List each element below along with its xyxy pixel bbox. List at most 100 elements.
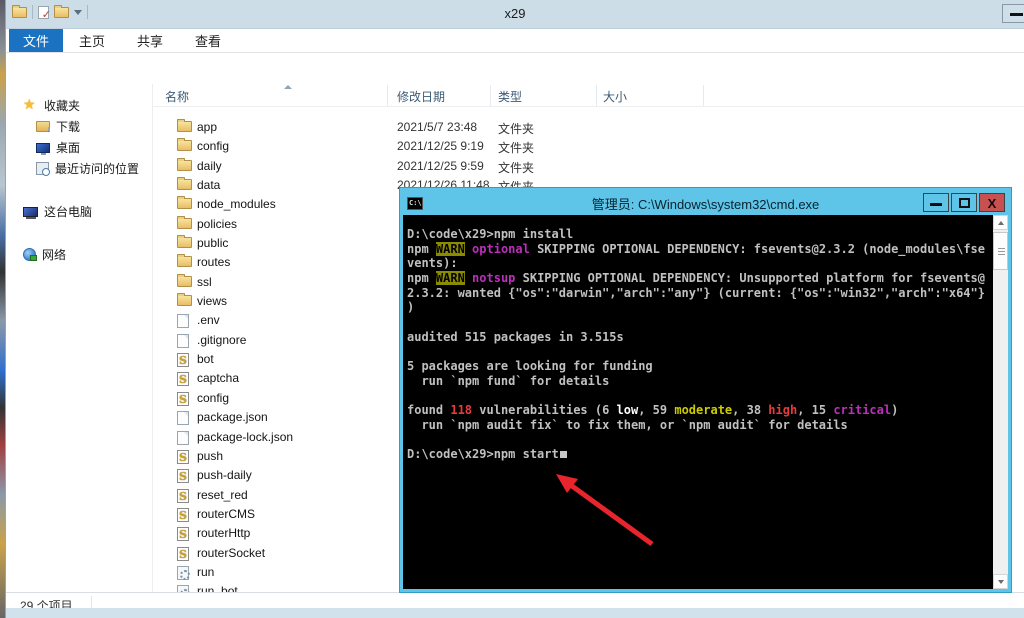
file-type: 文件夹 [498, 122, 535, 136]
column-header-type[interactable]: 类型 [498, 88, 522, 105]
tab-share[interactable]: 共享 [121, 29, 179, 52]
js-icon [177, 353, 189, 368]
gear-icon [177, 585, 190, 592]
file-name: package-lock.json [197, 429, 294, 444]
sidebar-item[interactable]: 网络 [6, 244, 152, 265]
header-separator [596, 85, 597, 106]
js-icon [177, 546, 189, 561]
cmd-minimize-button[interactable] [923, 193, 949, 212]
sort-ascending-icon [284, 85, 292, 89]
sidebar-item[interactable]: 收藏夹 [6, 95, 152, 116]
file-name: config [197, 390, 230, 405]
folder-icon [177, 235, 192, 249]
terminal-line: npm WARN optional SKIPPING OPTIONAL DEPE… [407, 241, 985, 256]
file-name: .gitignore [197, 332, 247, 347]
desktop-icon [36, 142, 50, 155]
file-name: bot [197, 352, 214, 367]
cmd-titlebar[interactable]: 管理员: C:\Windows\system32\cmd.exe X [403, 191, 1008, 215]
terminal-line: ) [407, 300, 415, 315]
sidebar-item[interactable]: 下载 [6, 116, 152, 137]
file-name: policies [197, 216, 238, 231]
star-icon [23, 96, 38, 113]
js-icon [177, 527, 189, 542]
js-icon [177, 391, 189, 406]
folder-icon [177, 138, 192, 152]
cmd-maximize-button[interactable] [951, 193, 977, 212]
file-name: run [197, 564, 215, 579]
tab-view[interactable]: 查看 [179, 29, 237, 52]
js-icon [177, 449, 189, 464]
file-icon [177, 314, 189, 329]
network-icon [23, 248, 37, 261]
folder-icon [177, 119, 192, 132]
file-name: routes [197, 255, 231, 270]
status-bar: 29 个项目 [6, 592, 1024, 618]
file-name: ssl [197, 274, 212, 289]
sidebar-item-label: 这台电脑 [44, 205, 93, 219]
cmd-window: 管理员: C:\Windows\system32\cmd.exe X D:\co… [400, 188, 1011, 592]
download-folder-icon [36, 121, 51, 134]
file-name: routerSocket [197, 545, 266, 560]
file-icon [177, 333, 189, 348]
file-row[interactable]: daily 2021/12/25 9:59 文件夹 [153, 157, 1024, 176]
folder-icon [177, 215, 192, 229]
header-separator [490, 85, 491, 106]
column-header-size[interactable]: 大小 [603, 88, 627, 105]
terminal-line: D:\code\x29>npm install [407, 227, 574, 241]
terminal-output: D:\code\x29>npm install npm WARN optional… [403, 215, 993, 589]
file-name: run_bot [197, 584, 238, 592]
terminal-line: found 118 vulnerabilities (6 low, 59 mod… [407, 403, 899, 418]
file-name: daily [197, 158, 222, 173]
scroll-down-icon[interactable] [993, 574, 1008, 589]
ribbon-tabs: 文件 主页 共享 查看 [6, 29, 1024, 53]
column-header-name[interactable]: 名称 [165, 88, 189, 105]
file-name: .env [197, 313, 220, 328]
sidebar-item[interactable]: 最近访问的位置 [6, 158, 152, 179]
tab-home[interactable]: 主页 [63, 29, 121, 52]
file-name: captcha [197, 371, 240, 386]
cmd-title: 管理员: C:\Windows\system32\cmd.exe [591, 196, 820, 212]
file-name: routerCMS [197, 506, 256, 521]
computer-icon [23, 206, 38, 219]
terminal-line: D:\code\x29>npm start [407, 447, 993, 462]
terminal-line: run `npm audit fix` to fix them, or `npm… [407, 417, 848, 432]
terminal-line: run `npm fund` for details [407, 373, 610, 388]
terminal-line: npm WARN notsup SKIPPING OPTIONAL DEPEND… [407, 271, 986, 286]
sidebar-item-label: 桌面 [56, 141, 81, 155]
terminal-line: 5 packages are looking for funding [407, 359, 653, 374]
list-header: 名称 修改日期 类型 大小 [153, 84, 1024, 107]
folder-icon [177, 196, 192, 210]
file-icon [177, 411, 189, 426]
sidebar-item-label: 网络 [42, 248, 67, 262]
cmd-scrollbar[interactable] [993, 215, 1008, 589]
sidebar-item-label: 下载 [56, 120, 81, 134]
file-row[interactable]: app 2021/5/7 23:48 文件夹 [153, 118, 1024, 137]
file-name: app [197, 120, 218, 134]
header-separator [387, 85, 388, 106]
terminal-line: audited 515 packages in 3.515s [407, 329, 624, 344]
scrollbar-thumb[interactable] [993, 232, 1008, 270]
terminal-line: 2.3.2: wanted {"os":"darwin","arch":"any… [407, 285, 985, 300]
sidebar-item[interactable]: 桌面 [6, 137, 152, 158]
js-icon [177, 488, 189, 503]
folder-icon [177, 177, 192, 191]
folder-icon [177, 157, 192, 171]
sidebar-item-label: 最近访问的位置 [55, 162, 140, 176]
file-icon [177, 430, 189, 445]
explorer-titlebar: x29 [6, 0, 1024, 29]
sidebar-item[interactable]: 这台电脑 [6, 201, 152, 222]
file-name: reset_red [197, 487, 248, 502]
column-header-date[interactable]: 修改日期 [397, 88, 445, 105]
tab-file[interactable]: 文件 [9, 29, 64, 52]
scroll-up-icon[interactable] [993, 215, 1008, 230]
cmd-close-button[interactable]: X [979, 193, 1005, 212]
cmd-window-controls: X [923, 193, 1005, 212]
folder-icon [177, 273, 192, 287]
file-name: package.json [197, 410, 268, 425]
js-icon [177, 469, 189, 484]
file-row[interactable]: config 2021/12/25 9:19 文件夹 [153, 137, 1024, 156]
minimize-button[interactable] [1002, 4, 1024, 23]
